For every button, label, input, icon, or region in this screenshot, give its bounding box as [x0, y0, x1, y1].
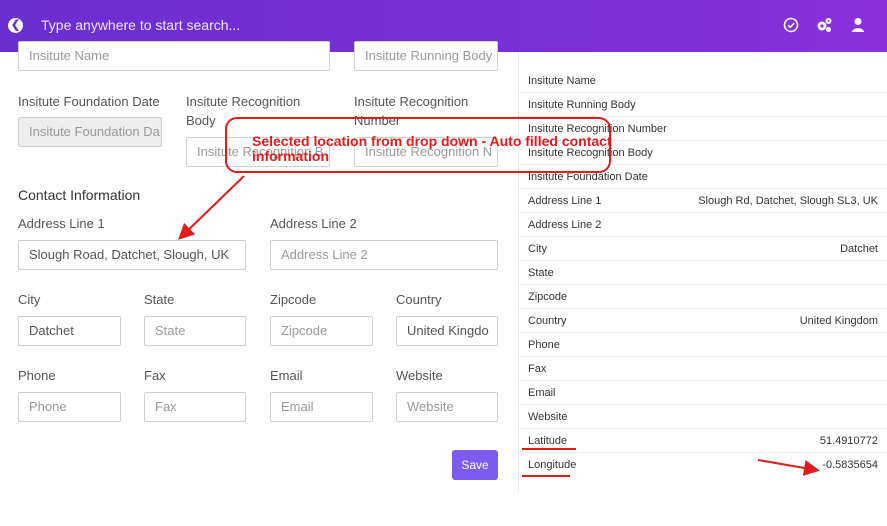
annotation-arrow-to-longitude: [757, 459, 820, 476]
annotation-arrow-to-address: [178, 175, 245, 240]
annotation-arrows: [178, 175, 820, 477]
